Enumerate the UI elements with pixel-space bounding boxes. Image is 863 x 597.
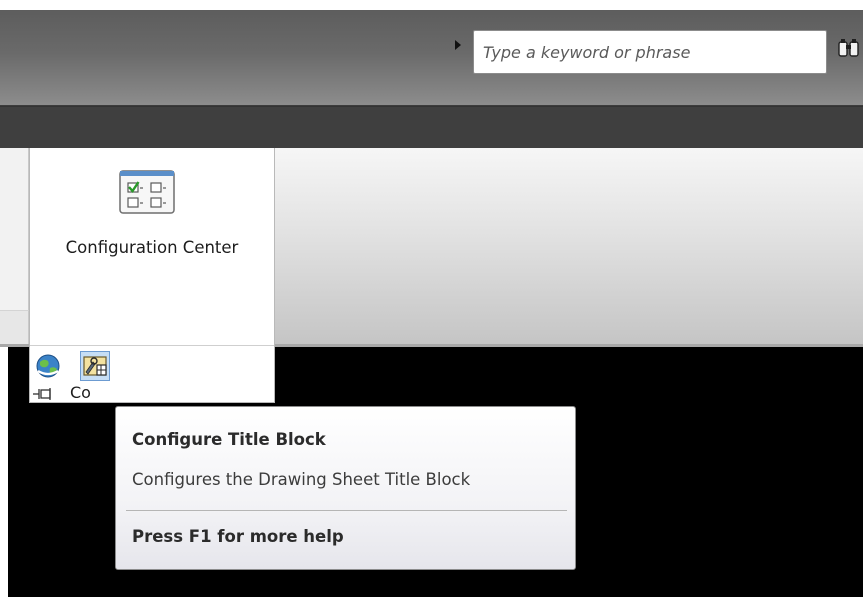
pin-icon[interactable] — [32, 386, 54, 400]
tooltip-description: Configures the Drawing Sheet Title Block — [132, 470, 471, 489]
tooltip: Configure Title Block Configures the Dra… — [115, 406, 576, 570]
globe-button[interactable] — [33, 351, 63, 381]
ribbon-previous-panel[interactable]: ▪ — [0, 148, 29, 406]
checklist-grid-icon — [119, 170, 175, 214]
ribbon-tab-strip — [0, 106, 863, 148]
configure-title-block-button[interactable] — [80, 351, 110, 381]
title-block-config-icon — [83, 356, 107, 376]
tooltip-help-hint: Press F1 for more help — [132, 527, 344, 546]
play-arrow-icon[interactable] — [455, 40, 461, 50]
tooltip-title: Configure Title Block — [132, 430, 326, 449]
configuration-center-button[interactable]: Configuration Center — [30, 148, 274, 268]
tooltip-separator — [126, 510, 567, 511]
title-bar — [0, 10, 863, 106]
globe-icon — [36, 354, 60, 378]
panel-footer[interactable]: Co — [30, 383, 274, 403]
search-input[interactable] — [483, 31, 817, 73]
configuration-center-label: Configuration Center — [65, 238, 239, 257]
search-box[interactable] — [473, 30, 827, 74]
ribbon-previous-panel-footer[interactable] — [0, 310, 29, 344]
binoculars-icon[interactable] — [838, 36, 863, 66]
panel-title: Co — [70, 383, 91, 402]
canvas-left-edge — [0, 347, 8, 597]
configuration-panel: Configuration Center Co — [29, 148, 275, 403]
panel-divider — [30, 345, 274, 346]
application-window: ▪ Configur — [0, 0, 863, 597]
